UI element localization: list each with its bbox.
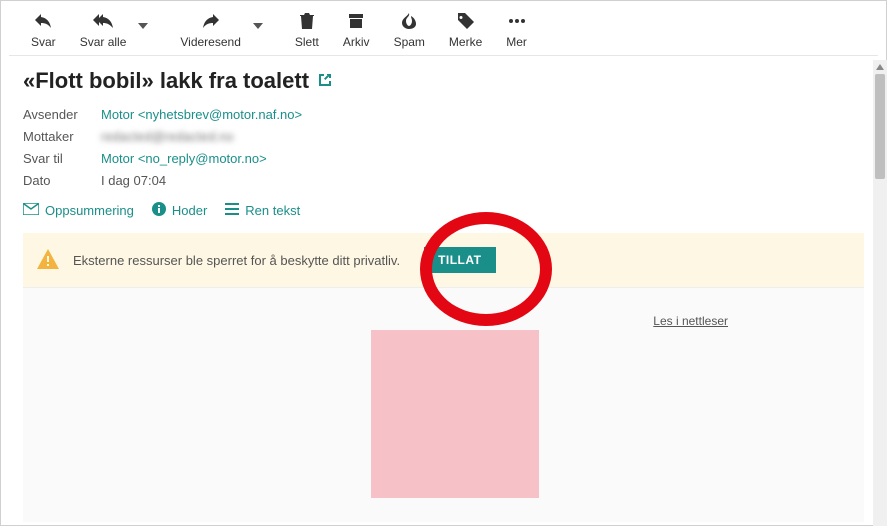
summary-action[interactable]: Oppsummering (23, 203, 134, 218)
trash-icon (300, 11, 314, 31)
reply-label: Svar (31, 35, 56, 49)
replyto-value[interactable]: Motor <no_reply@motor.no> (101, 148, 267, 170)
flame-icon (402, 11, 416, 31)
mark-button[interactable]: Merke (437, 11, 494, 49)
scroll-track[interactable] (873, 60, 887, 526)
recipient-value: redacted@redacted.no (101, 126, 233, 148)
forward-icon (203, 11, 219, 31)
email-body: Les i nettleser (23, 287, 864, 522)
blocked-image-placeholder (371, 330, 539, 498)
spam-label: Spam (394, 35, 425, 49)
forward-caret[interactable] (253, 11, 265, 32)
mark-label: Merke (449, 35, 482, 49)
subject-line: «Flott bobil» lakk fra toalett (23, 68, 864, 94)
delete-button[interactable]: Slett (283, 11, 331, 49)
more-label: Mer (506, 35, 527, 49)
date-label: Dato (23, 170, 101, 192)
sender-value[interactable]: Motor <nyhetsbrev@motor.naf.no> (101, 104, 302, 126)
forward-button[interactable]: Videresend (168, 11, 253, 49)
blocked-message: Eksterne ressurser ble sperret for å bes… (73, 253, 400, 268)
reply-button[interactable]: Svar (19, 11, 68, 49)
more-button[interactable]: Mer (494, 11, 539, 49)
subject-text: «Flott bobil» lakk fra toalett (23, 68, 309, 94)
reply-all-label: Svar alle (80, 35, 127, 49)
spam-button[interactable]: Spam (382, 11, 437, 49)
allow-button[interactable]: TILLAT (424, 247, 495, 273)
archive-button[interactable]: Arkiv (331, 11, 382, 49)
header-row-replyto: Svar til Motor <no_reply@motor.no> (23, 148, 864, 170)
sender-label: Avsender (23, 104, 101, 126)
message-toolbar: Svar Svar alle Videresend Slett (9, 1, 878, 56)
header-row-recipient: Mottaker redacted@redacted.no (23, 126, 864, 148)
warning-icon (37, 249, 59, 272)
read-in-browser-link[interactable]: Les i nettleser (653, 314, 728, 328)
blocked-resources-bar: Eksterne ressurser ble sperret for å bes… (23, 233, 864, 287)
reply-all-icon (93, 11, 113, 31)
tag-icon (458, 11, 474, 31)
vertical-scrollbar[interactable] (873, 60, 887, 526)
open-external-icon[interactable] (317, 68, 333, 94)
dots-icon (509, 11, 525, 31)
message-content: «Flott bobil» lakk fra toalett Avsender … (1, 56, 886, 522)
headers-label: Hoder (172, 203, 207, 218)
forward-label: Videresend (180, 35, 241, 49)
meta-actions: Oppsummering Hoder Ren tekst (23, 202, 864, 219)
info-icon (152, 202, 166, 219)
date-value: I dag 07:04 (101, 170, 166, 192)
headers-action[interactable]: Hoder (152, 202, 207, 219)
archive-icon (348, 11, 364, 31)
envelope-icon (23, 203, 39, 218)
plaintext-action[interactable]: Ren tekst (225, 203, 300, 218)
header-row-date: Dato I dag 07:04 (23, 170, 864, 192)
recipient-label: Mottaker (23, 126, 101, 148)
plaintext-label: Ren tekst (245, 203, 300, 218)
reply-all-caret[interactable] (138, 11, 150, 32)
reply-all-button[interactable]: Svar alle (68, 11, 139, 49)
scroll-thumb[interactable] (875, 74, 885, 179)
archive-label: Arkiv (343, 35, 370, 49)
summary-label: Oppsummering (45, 203, 134, 218)
replyto-label: Svar til (23, 148, 101, 170)
header-row-sender: Avsender Motor <nyhetsbrev@motor.naf.no> (23, 104, 864, 126)
list-icon (225, 203, 239, 218)
reply-icon (35, 11, 51, 31)
delete-label: Slett (295, 35, 319, 49)
